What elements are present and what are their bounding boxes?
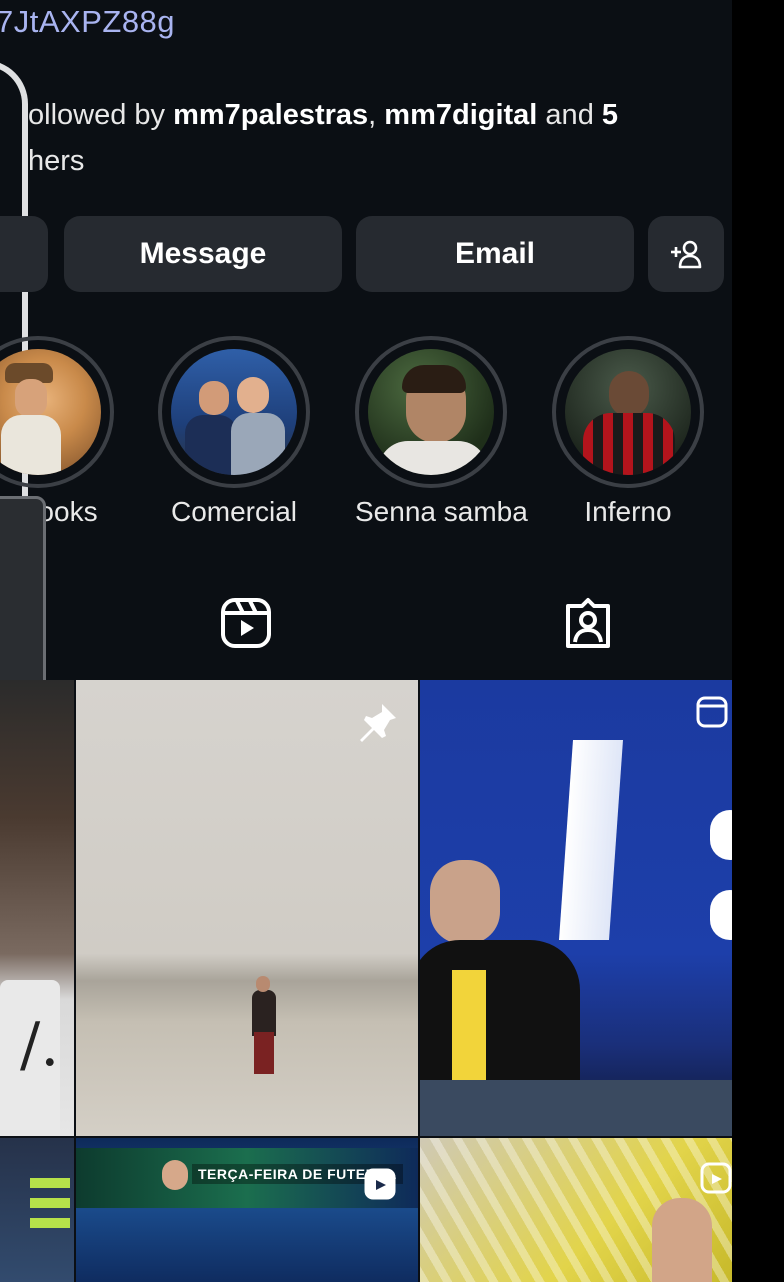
followed-line2: hers xyxy=(28,145,85,177)
highlight-item[interactable]: Senna samba xyxy=(355,336,528,528)
post-thumbnail[interactable] xyxy=(420,680,732,1136)
highlight-item[interactable]: Comercial xyxy=(158,336,310,528)
highlight-ring xyxy=(355,336,507,488)
highlight-image xyxy=(171,349,297,475)
highlight-image xyxy=(565,349,691,475)
profile-screen: 7JtAXPZ88g ollowed by mm7palestras, mm7d… xyxy=(0,0,732,1282)
post-thumbnail[interactable]: TERÇA-FEIRA DE FUTEBOL xyxy=(76,1138,418,1282)
email-button[interactable]: Email xyxy=(356,216,634,292)
follower-name-1[interactable]: mm7palestras xyxy=(173,99,368,131)
tagged-person-icon[interactable] xyxy=(562,596,614,652)
highlight-ring xyxy=(552,336,704,488)
add-user-button[interactable] xyxy=(648,216,724,292)
reels-icon[interactable] xyxy=(220,596,272,652)
add-person-icon xyxy=(671,240,702,269)
followed-prefix: ollowed by xyxy=(28,99,174,131)
reels-icon xyxy=(700,1162,732,1194)
highlight-image xyxy=(368,349,494,475)
followed-and: and xyxy=(537,99,602,131)
followed-by-text[interactable]: ollowed by mm7palestras, mm7digital and … xyxy=(28,92,718,184)
followed-separator: , xyxy=(368,99,385,131)
message-button[interactable]: Message xyxy=(64,216,342,292)
reels-icon xyxy=(364,1168,396,1200)
highlight-label: Inferno xyxy=(584,496,672,527)
followed-count: 5 xyxy=(601,99,619,131)
highlight-image xyxy=(0,349,101,475)
highlight-item[interactable]: Inferno xyxy=(552,336,704,528)
highlight-ring xyxy=(0,336,114,488)
highlight-ring xyxy=(158,336,310,488)
post-thumbnail[interactable] xyxy=(76,680,418,1136)
post-thumbnail[interactable] xyxy=(420,1138,732,1282)
pin-icon xyxy=(360,704,396,742)
follower-name-2[interactable]: mm7digital xyxy=(384,99,537,131)
bio-link[interactable]: 7JtAXPZ88g xyxy=(0,4,175,40)
post-thumbnail[interactable]: /. xyxy=(0,680,74,1136)
post-thumbnail[interactable] xyxy=(0,1138,74,1282)
highlight-label: Comercial xyxy=(170,496,298,527)
highlight-label: Senna samba xyxy=(355,496,528,527)
follow-button-partial[interactable] xyxy=(0,216,48,292)
reels-icon xyxy=(696,696,728,728)
